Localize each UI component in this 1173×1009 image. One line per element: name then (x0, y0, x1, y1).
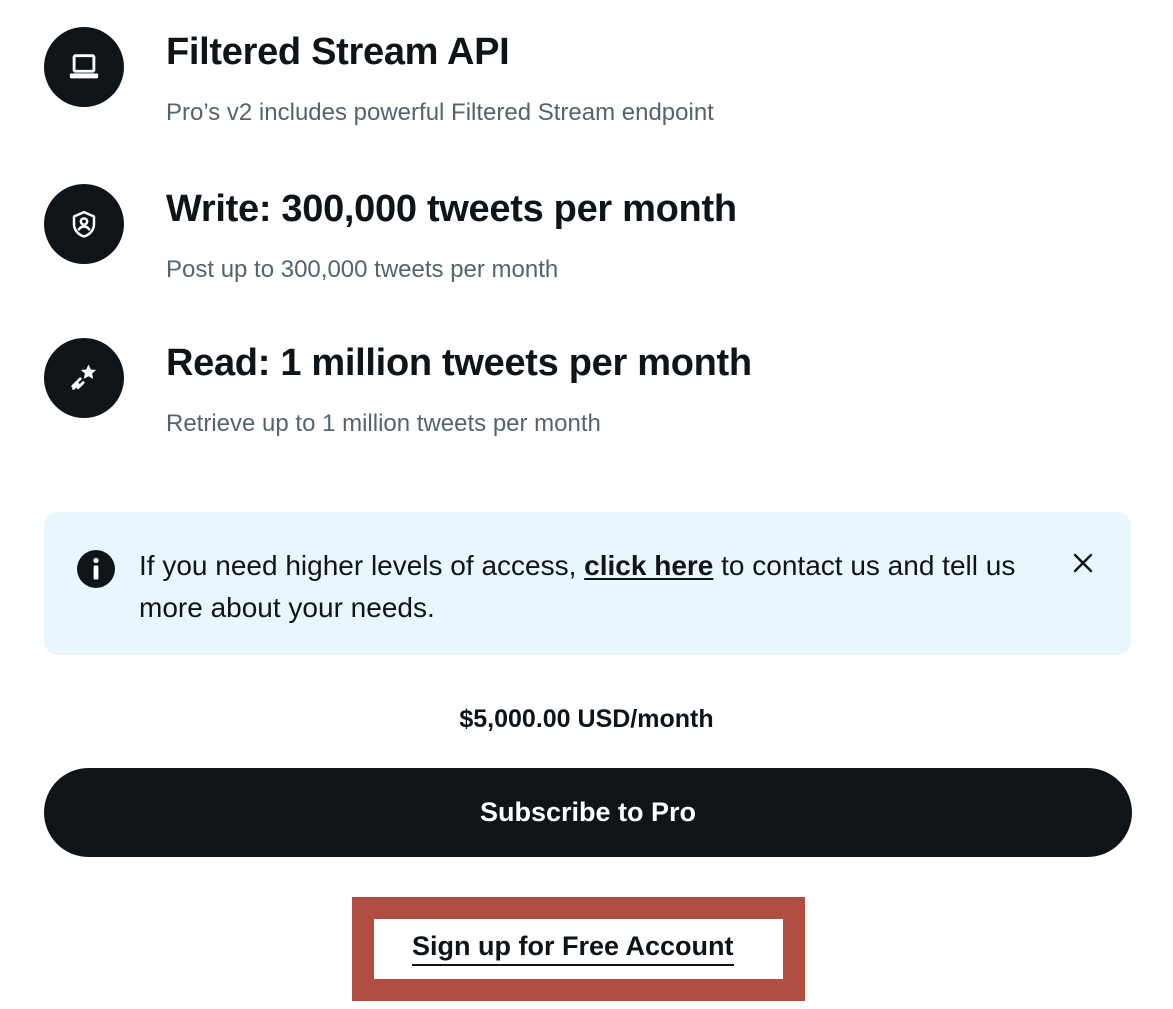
feature-description: Retrieve up to 1 million tweets per mont… (166, 410, 601, 437)
feature-title: Write: 300,000 tweets per month (166, 188, 737, 230)
highlight-inner: Sign up for Free Account (374, 919, 783, 979)
contact-link[interactable]: click here (584, 550, 713, 581)
feature-description: Post up to 300,000 tweets per month (166, 256, 559, 283)
alert-message: If you need higher levels of access, cli… (139, 545, 1019, 629)
signup-free-account-link[interactable]: Sign up for Free Account (412, 931, 734, 966)
alert-text-before: If you need higher levels of access, (139, 550, 585, 581)
shooting-star-icon (44, 338, 124, 418)
feature-title: Read: 1 million tweets per month (166, 342, 752, 384)
feature-description: Pro’s v2 includes powerful Filtered Stre… (166, 99, 714, 126)
feature-read-limit: Read: 1 million tweets per month Retriev… (44, 338, 1134, 448)
price-label: $5,000.00 USD/month (459, 705, 714, 733)
feature-write-limit: Write: 300,000 tweets per month Post up … (44, 184, 1134, 294)
shield-user-icon (44, 184, 124, 264)
laptop-icon (44, 27, 124, 107)
info-icon (77, 550, 115, 588)
access-info-banner: If you need higher levels of access, cli… (44, 512, 1131, 655)
feature-title: Filtered Stream API (166, 31, 510, 73)
close-icon[interactable] (1062, 542, 1104, 584)
highlight-frame: Sign up for Free Account (352, 897, 805, 1001)
feature-filtered-stream: Filtered Stream API Pro’s v2 includes po… (44, 27, 1134, 137)
subscribe-button[interactable]: Subscribe to Pro (44, 768, 1132, 857)
